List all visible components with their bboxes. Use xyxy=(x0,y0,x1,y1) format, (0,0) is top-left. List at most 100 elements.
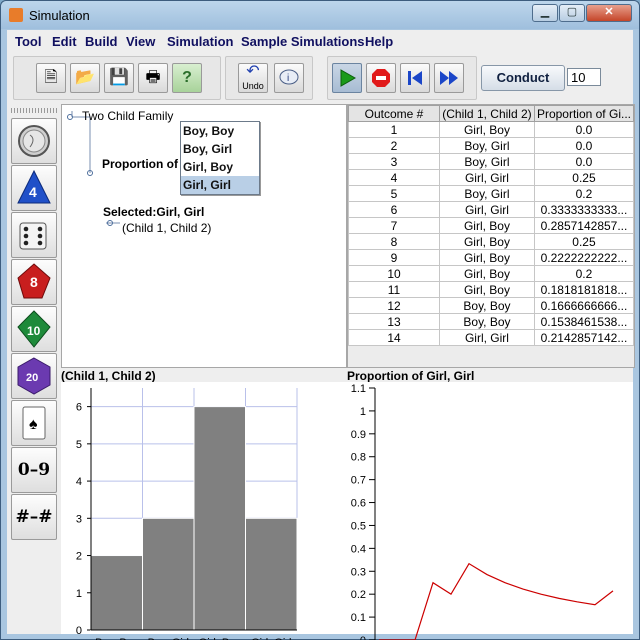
cell-children[interactable]: Boy, Girl xyxy=(438,153,535,170)
cell-proportion[interactable]: 0.0 xyxy=(533,121,634,138)
playing-card-button[interactable]: ♠ xyxy=(11,400,57,446)
number-range-button[interactable]: #–# xyxy=(11,494,57,540)
menu-view[interactable]: View xyxy=(126,34,155,49)
table-row[interactable]: 3 Boy, Girl 0.0 xyxy=(348,153,634,170)
cell-children[interactable]: Girl, Girl xyxy=(438,329,535,346)
popup-option[interactable]: Boy, Girl xyxy=(181,140,259,158)
coin-button[interactable] xyxy=(11,118,57,164)
menu-sample-simulations[interactable]: Sample Simulations xyxy=(241,34,365,49)
d8-button[interactable]: 8 xyxy=(11,259,57,305)
cell-proportion[interactable]: 0.1818181818... xyxy=(533,281,634,298)
table-row[interactable]: 13 Boy, Boy 0.1538461538... xyxy=(348,313,634,330)
cell-children[interactable]: Boy, Boy xyxy=(438,313,535,330)
cell-children[interactable]: Boy, Girl xyxy=(438,185,535,202)
cell-proportion[interactable]: 0.25 xyxy=(533,169,634,186)
cell-proportion[interactable]: 0.0 xyxy=(533,137,634,154)
tree-root[interactable]: Two Child Family xyxy=(82,109,173,123)
digit-range-button[interactable]: 0–9 xyxy=(11,447,57,493)
cell-children[interactable]: Girl, Boy xyxy=(438,217,535,234)
cell-proportion[interactable]: 0.1538461538... xyxy=(533,313,634,330)
trials-input[interactable]: 10 xyxy=(567,68,601,86)
column-header-children[interactable]: (Child 1, Child 2) xyxy=(438,105,535,122)
cell-outcome[interactable]: 6 xyxy=(348,201,440,218)
number-range-icon: #–# xyxy=(15,507,53,527)
menu-help[interactable]: Help xyxy=(365,34,393,49)
cell-children[interactable]: Girl, Girl xyxy=(438,169,535,186)
cell-outcome[interactable]: 10 xyxy=(348,265,440,282)
help-icon[interactable]: ? xyxy=(172,63,202,93)
print-icon[interactable]: 🖶 xyxy=(138,63,168,93)
cell-proportion[interactable]: 0.2 xyxy=(533,265,634,282)
cell-proportion[interactable]: 0.2 xyxy=(533,185,634,202)
step-back-button[interactable] xyxy=(400,63,430,93)
cell-proportion[interactable]: 0.1666666666... xyxy=(533,297,634,314)
minimize-icon[interactable]: ▁ xyxy=(532,4,558,22)
tree-outcome-leaf[interactable]: (Child 1, Child 2) xyxy=(122,221,211,235)
d10-button[interactable]: 10 xyxy=(11,306,57,352)
new-file-icon[interactable]: 🗎 xyxy=(36,63,66,93)
stop-button[interactable] xyxy=(366,63,396,93)
table-row[interactable]: 5 Boy, Girl 0.2 xyxy=(348,185,634,202)
d20-button[interactable]: 20 xyxy=(11,353,57,399)
menu-edit[interactable]: Edit xyxy=(52,34,77,49)
table-row[interactable]: 7 Girl, Boy 0.2857142857... xyxy=(348,217,634,234)
cell-outcome[interactable]: 8 xyxy=(348,233,440,250)
popup-option[interactable]: Boy, Boy xyxy=(181,122,259,140)
cell-outcome[interactable]: 11 xyxy=(348,281,440,298)
table-row[interactable]: 9 Girl, Boy 0.2222222222... xyxy=(348,249,634,266)
cell-outcome[interactable]: 5 xyxy=(348,185,440,202)
info-icon[interactable]: i xyxy=(274,63,304,93)
cell-proportion[interactable]: 0.0 xyxy=(533,153,634,170)
menu-tool[interactable]: Tool xyxy=(15,34,41,49)
cell-outcome[interactable]: 2 xyxy=(348,137,440,154)
cell-children[interactable]: Boy, Girl xyxy=(438,137,535,154)
run-button[interactable] xyxy=(332,63,362,93)
column-header-proportion[interactable]: Proportion of Gi... xyxy=(533,105,634,122)
maximize-icon[interactable]: ▢ xyxy=(559,4,585,22)
close-icon[interactable]: ✕ xyxy=(586,4,632,22)
cell-outcome[interactable]: 13 xyxy=(348,313,440,330)
cell-children[interactable]: Girl, Boy xyxy=(438,265,535,282)
table-row[interactable]: 2 Boy, Girl 0.0 xyxy=(348,137,634,154)
save-disk-icon[interactable]: 💾 xyxy=(104,63,134,93)
cell-children[interactable]: Girl, Boy xyxy=(438,249,535,266)
palette-grip[interactable] xyxy=(11,108,59,113)
d4-button[interactable]: 4 xyxy=(11,165,57,211)
cell-outcome[interactable]: 7 xyxy=(348,217,440,234)
cell-outcome[interactable]: 4 xyxy=(348,169,440,186)
cell-outcome[interactable]: 9 xyxy=(348,249,440,266)
fast-forward-button[interactable] xyxy=(434,63,464,93)
table-row[interactable]: 4 Girl, Girl 0.25 xyxy=(348,169,634,186)
table-row[interactable]: 11 Girl, Boy 0.1818181818... xyxy=(348,281,634,298)
cell-children[interactable]: Girl, Boy xyxy=(438,233,535,250)
cell-children[interactable]: Girl, Girl xyxy=(438,201,535,218)
cell-outcome[interactable]: 12 xyxy=(348,297,440,314)
menu-simulation[interactable]: Simulation xyxy=(167,34,233,49)
cell-proportion[interactable]: 0.2222222222... xyxy=(533,249,634,266)
cell-proportion[interactable]: 0.2142857142... xyxy=(533,329,634,346)
cell-outcome[interactable]: 3 xyxy=(348,153,440,170)
undo-button[interactable]: ↶ Undo xyxy=(238,63,268,93)
table-row[interactable]: 12 Boy, Boy 0.1666666666... xyxy=(348,297,634,314)
cell-proportion[interactable]: 0.2857142857... xyxy=(533,217,634,234)
table-row[interactable]: 6 Girl, Girl 0.3333333333... xyxy=(348,201,634,218)
cell-outcome[interactable]: 1 xyxy=(348,121,440,138)
tree-proportion-node[interactable]: Proportion of xyxy=(102,157,178,171)
cell-children[interactable]: Boy, Boy xyxy=(438,297,535,314)
popup-option-selected[interactable]: Girl, Girl xyxy=(181,176,259,194)
open-folder-icon[interactable]: 📂 xyxy=(70,63,100,93)
cell-outcome[interactable]: 14 xyxy=(348,329,440,346)
table-row[interactable]: 10 Girl, Boy 0.2 xyxy=(348,265,634,282)
cell-children[interactable]: Girl, Boy xyxy=(438,121,535,138)
cell-children[interactable]: Girl, Boy xyxy=(438,281,535,298)
popup-option[interactable]: Girl, Boy xyxy=(181,158,259,176)
column-header-outcome[interactable]: Outcome # xyxy=(348,105,440,122)
menu-build[interactable]: Build xyxy=(85,34,118,49)
table-row[interactable]: 1 Girl, Boy 0.0 xyxy=(348,121,634,138)
table-row[interactable]: 14 Girl, Girl 0.2142857142... xyxy=(348,329,634,346)
cell-proportion[interactable]: 0.25 xyxy=(533,233,634,250)
table-row[interactable]: 8 Girl, Boy 0.25 xyxy=(348,233,634,250)
cell-proportion[interactable]: 0.3333333333... xyxy=(533,201,634,218)
six-sided-die-button[interactable] xyxy=(11,212,57,258)
conduct-button[interactable]: Conduct xyxy=(481,65,565,91)
